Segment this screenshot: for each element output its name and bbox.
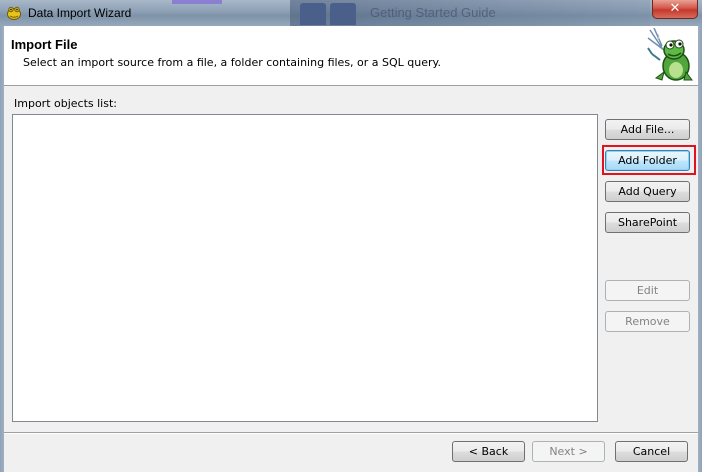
toad-mascot-icon: [640, 28, 694, 84]
import-objects-list[interactable]: [12, 114, 598, 422]
highlight-box: [602, 145, 696, 175]
background-tab: [300, 3, 326, 25]
close-button[interactable]: ✕: [652, 0, 698, 19]
window-title: Data Import Wizard: [28, 6, 132, 20]
toad-icon: [7, 6, 21, 20]
import-objects-label: Import objects list:: [14, 97, 117, 110]
title-bar: Getting Started Guide Data Import Wizard…: [0, 0, 702, 26]
background-window: Getting Started Guide: [290, 0, 650, 26]
next-button[interactable]: Next >: [532, 441, 605, 462]
background-window-text: Getting Started Guide: [370, 5, 496, 20]
add-file-button[interactable]: Add File...: [605, 119, 690, 140]
back-button[interactable]: < Back: [452, 441, 525, 462]
footer-divider: [4, 432, 698, 434]
edit-button[interactable]: Edit: [605, 280, 690, 301]
wizard-body: Import File Select an import source from…: [4, 26, 698, 472]
page-title: Import File: [11, 37, 78, 52]
add-query-button[interactable]: Add Query: [605, 181, 690, 202]
background-tab: [330, 3, 356, 25]
sharepoint-button[interactable]: SharePoint: [605, 212, 690, 233]
remove-button[interactable]: Remove: [605, 311, 690, 332]
page-subtitle: Select an import source from a file, a f…: [23, 56, 441, 69]
window-frame-right: [698, 26, 702, 472]
wizard-header: Import File Select an import source from…: [4, 26, 698, 86]
background-window-accent: [172, 0, 222, 4]
cancel-button[interactable]: Cancel: [615, 441, 688, 462]
